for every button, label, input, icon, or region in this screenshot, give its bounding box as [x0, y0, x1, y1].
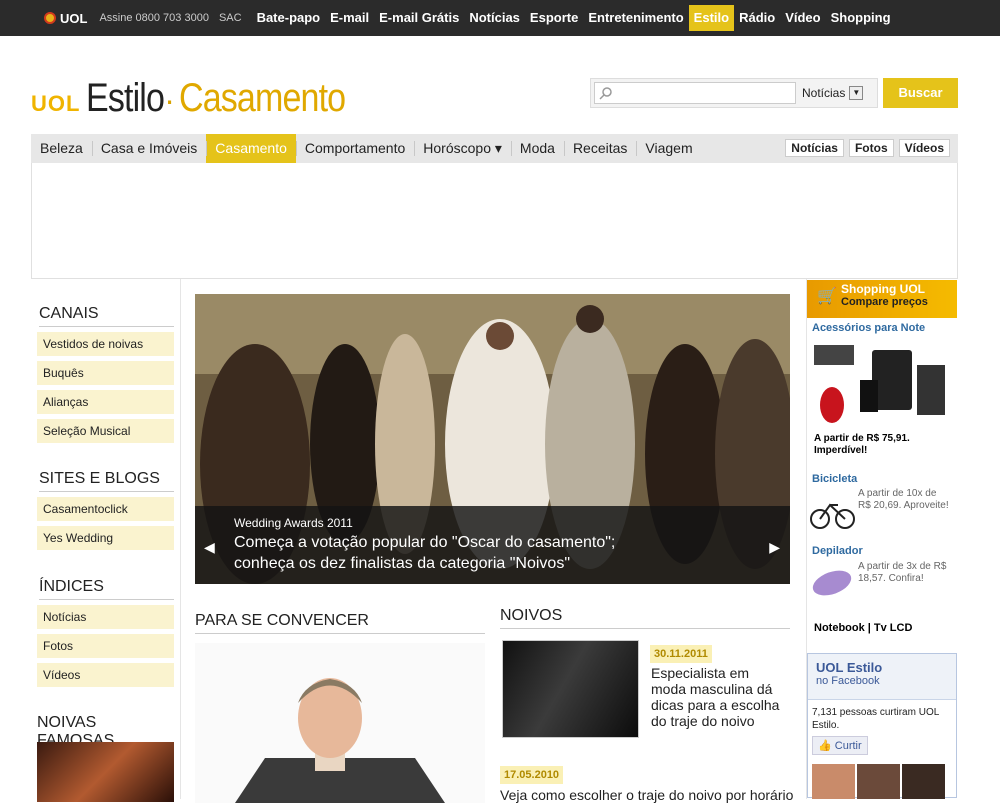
secnav-comportamento[interactable]: Comportamento: [295, 134, 414, 163]
brand-separator: ·: [164, 82, 175, 118]
canal-vestidos[interactable]: Vestidos de noivas: [37, 332, 174, 356]
canal-buques[interactable]: Buquês: [37, 361, 174, 385]
bicicleta-link[interactable]: Bicicleta: [812, 473, 857, 485]
canal-selecao-musical[interactable]: Seleção Musical: [37, 419, 174, 443]
facebook-faces: [812, 764, 945, 799]
search-icon: [599, 87, 612, 100]
tab-noticias[interactable]: Notícias: [785, 139, 844, 157]
site-yes-wedding[interactable]: Yes Wedding: [37, 526, 174, 550]
canais-heading: CANAIS: [39, 305, 174, 327]
noivos-thumbnail[interactable]: [502, 640, 639, 738]
indice-fotos[interactable]: Fotos: [37, 634, 174, 658]
assine-link[interactable]: Assine 0800 703 3000: [99, 12, 208, 24]
facebook-count: 7,131 pessoas curtiram UOL Estilo.: [812, 707, 939, 731]
site-logo[interactable]: UOL Estilo · Casamento: [31, 76, 374, 121]
indice-videos[interactable]: Vídeos: [37, 663, 174, 687]
indice-noticias[interactable]: Notícias: [37, 605, 174, 629]
facebook-title[interactable]: UOL Estilo: [816, 660, 948, 675]
avatar[interactable]: [812, 764, 855, 799]
tab-videos[interactable]: Vídeos: [898, 139, 950, 157]
section-nav: Beleza Casa e Imóveis Casamento Comporta…: [31, 134, 958, 163]
topnav-entretenimento[interactable]: Entretenimento: [583, 5, 688, 31]
topnav-radio[interactable]: Rádio: [734, 5, 780, 31]
avatar[interactable]: [902, 764, 945, 799]
uol-dot-icon: [44, 12, 56, 24]
topnav-esporte[interactable]: Esporte: [525, 5, 583, 31]
secnav-casa[interactable]: Casa e Imóveis: [91, 134, 206, 163]
topnav-shopping[interactable]: Shopping: [826, 5, 896, 31]
news-date: 30.11.2011: [650, 645, 712, 663]
thumbs-up-icon: 👍: [818, 740, 832, 752]
depilador-price[interactable]: A partir de 3x de R$ 18,57. Confira!: [858, 561, 953, 585]
sites-heading: SITES E BLOGS: [39, 470, 174, 492]
convencer-photo[interactable]: [195, 643, 485, 803]
brand-estilo: Estilo: [86, 76, 165, 120]
notebook-tv-link[interactable]: Notebook | Tv LCD: [814, 622, 912, 634]
hero-headline[interactable]: Começa a votação popular do "Oscar do ca…: [234, 532, 664, 574]
search-scope-select[interactable]: Notícias ▼: [802, 86, 864, 100]
topnav-video[interactable]: Vídeo: [780, 5, 825, 31]
depilador-link[interactable]: Depilador: [812, 545, 863, 557]
shopping-subtitle: Compare preços: [841, 296, 928, 308]
secnav-viagem[interactable]: Viagem: [636, 134, 701, 163]
secnav-horoscopo[interactable]: Horóscopo ▾: [414, 134, 511, 163]
facebook-subtitle: no Facebook: [816, 675, 880, 687]
media-tabs: Notícias Fotos Vídeos: [785, 139, 950, 157]
news-headline[interactable]: Veja como escolher o traje do noivo por …: [500, 787, 800, 803]
avatar[interactable]: [857, 764, 900, 799]
topnav-estilo[interactable]: Estilo: [688, 5, 735, 31]
search-box: Notícias ▼: [590, 78, 878, 108]
site-casamentoclick[interactable]: Casamentoclick: [37, 497, 174, 521]
shopping-banner[interactable]: 🛒 Shopping UOL Compare preços: [807, 280, 957, 318]
canal-aliancas[interactable]: Alianças: [37, 390, 174, 414]
like-label: Curtir: [834, 740, 862, 752]
news-date: 17.05.2010: [500, 766, 564, 784]
cart-icon: 🛒: [817, 288, 837, 305]
tab-fotos[interactable]: Fotos: [848, 139, 894, 157]
search-input[interactable]: [594, 82, 796, 104]
left-sidebar: CANAIS Vestidos de noivas Buquês Aliança…: [31, 279, 181, 802]
facebook-like-button[interactable]: 👍 Curtir: [812, 736, 868, 755]
ad-banner-area: [31, 163, 958, 279]
hero-caption: Wedding Awards 2011 Começa a votação pop…: [195, 506, 790, 584]
topnav-noticias[interactable]: Notícias: [464, 5, 525, 31]
secnav-receitas[interactable]: Receitas: [563, 134, 636, 163]
topnav-bate-papo[interactable]: Bate-papo: [252, 5, 326, 31]
brand-section: Casamento: [178, 76, 346, 120]
bicicleta-price[interactable]: A partir de 10x de R$ 20,69. Aproveite!: [858, 488, 950, 512]
hero-kicker: Wedding Awards 2011: [234, 516, 353, 530]
famosas-photo[interactable]: [37, 742, 174, 802]
facebook-header: UOL Estilo no Facebook: [808, 654, 956, 700]
uol-logo[interactable]: UOL: [44, 11, 87, 26]
man-portrait: [195, 643, 485, 803]
carousel-prev-icon[interactable]: ◀: [204, 539, 215, 556]
secnav-casamento[interactable]: Casamento: [206, 134, 296, 163]
noivos-heading: NOIVOS: [500, 607, 790, 629]
topnav-email-gratis[interactable]: E-mail Grátis: [374, 5, 464, 31]
sac-link[interactable]: SAC: [219, 12, 242, 24]
chevron-down-icon: ▼: [849, 86, 864, 100]
convencer-heading: PARA SE CONVENCER: [195, 612, 485, 634]
acessorios-link[interactable]: Acessórios para Note: [812, 322, 925, 334]
topnav-email[interactable]: E-mail: [325, 5, 374, 31]
carousel-next-icon[interactable]: ▶: [769, 539, 780, 556]
search-scope-value: Notícias: [802, 86, 846, 100]
acessorios-price[interactable]: A partir de R$ 75,91. Imperdível!: [814, 433, 954, 457]
accessories-product-image: [814, 345, 945, 423]
shopping-title: Shopping UOL: [841, 282, 925, 296]
hero-carousel[interactable]: Wedding Awards 2011 Começa a votação pop…: [195, 294, 790, 584]
bicycle-icon: [810, 503, 855, 529]
news-headline[interactable]: Especialista em moda masculina dá dicas …: [651, 665, 781, 729]
indices-heading: ÍNDICES: [39, 578, 174, 600]
top-bar: UOL Assine 0800 703 3000 SAC Bate-papo E…: [0, 0, 1000, 36]
brand-uol: UOL: [31, 91, 81, 116]
secnav-moda[interactable]: Moda: [510, 134, 564, 163]
facebook-box: UOL Estilo no Facebook 7,131 pessoas cur…: [807, 653, 957, 799]
epilator-icon: [812, 570, 852, 596]
search-button[interactable]: Buscar: [883, 78, 958, 108]
secnav-beleza[interactable]: Beleza: [31, 134, 92, 163]
